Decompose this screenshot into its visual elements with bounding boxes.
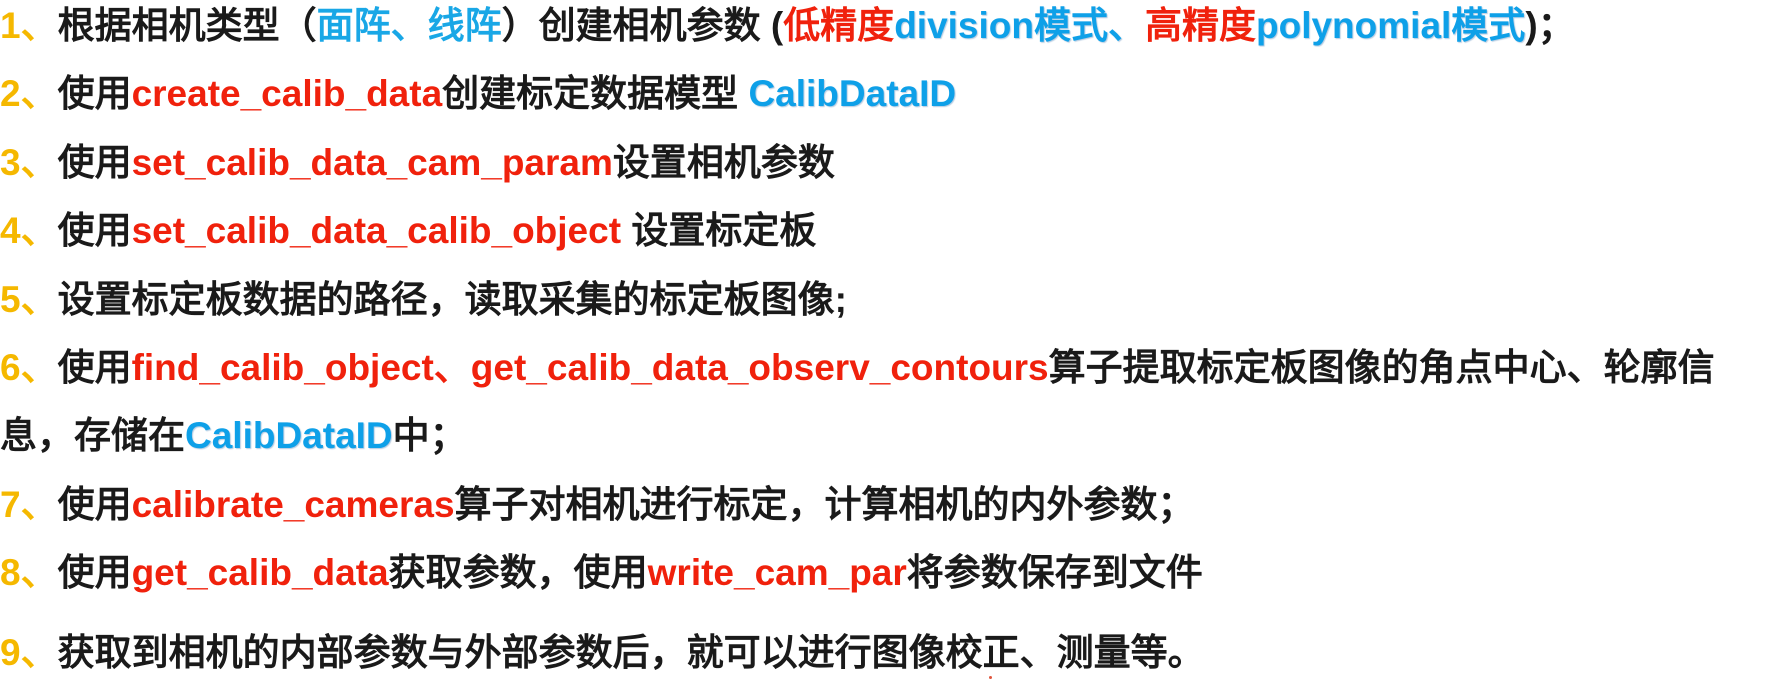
step-text: 设置标定板 <box>621 210 817 251</box>
step-text: 根据相机类型（ <box>57 5 317 46</box>
step-text: 获取参数，使用 <box>388 552 648 593</box>
operator-name: 低精度 <box>783 5 895 46</box>
operator-name: write_cam_par <box>647 552 907 593</box>
operator-name: set_calib_data_calib_object <box>131 210 622 251</box>
step-text: 设置相机参数 <box>612 142 835 183</box>
operator-name: set_calib_data_cam_param <box>131 142 613 183</box>
identifier-name: CalibDataID <box>748 73 957 114</box>
step-number: 5、 <box>0 279 58 320</box>
step-text: 中； <box>392 415 467 456</box>
step-number: 3、 <box>0 142 58 183</box>
operator-name: 高精度 <box>1145 5 1256 46</box>
identifier-name: polynomial模式 <box>1256 5 1526 46</box>
identifier-name: CalibDataID <box>185 415 393 456</box>
step-line-9: 9、获取到相机的内部参数与外部参数后，就可以进行图像校正、测量等。 <box>0 629 1205 677</box>
step-line-4: 4、使用set_calib_data_calib_object 设置标定板 <box>0 207 816 255</box>
operator-name: create_calib_data <box>131 73 443 114</box>
step-line-1: 1、根据相机类型（面阵、线阵）创建相机参数 (低精度division模式、高精度… <box>0 2 1575 50</box>
step-text: 设置标定板数据的路径，读取采集的标定板图像; <box>57 279 847 320</box>
step-text: 使用 <box>57 484 132 525</box>
step-line-8: 8、使用get_calib_data获取参数，使用write_cam_par将参… <box>0 549 1203 597</box>
step-number: 6、 <box>0 347 58 388</box>
step-line-3: 3、使用set_calib_data_cam_param设置相机参数 <box>0 139 835 187</box>
step-text: 算子提取标定板图像的角点中心、轮廓信 <box>1048 347 1715 388</box>
camera-type-label: 面阵、线阵 <box>316 5 502 46</box>
step-text: 息，存储在 <box>0 415 185 456</box>
step-number: 4、 <box>0 210 58 251</box>
step-text: 使用 <box>57 552 132 593</box>
step-text: 创建标定数据模型 <box>442 73 749 114</box>
step-text: 将参数保存到文件 <box>906 552 1203 593</box>
step-line-7: 7、使用calibrate_cameras算子对相机进行标定，计算相机的内外参数… <box>0 481 1195 529</box>
operator-name: find_calib_object、get_calib_data_observ_… <box>131 347 1049 388</box>
step-number: 1、 <box>0 5 58 46</box>
step-line-2: 2、使用create_calib_data创建标定数据模型 CalibDataI… <box>0 70 956 118</box>
step-number: 2、 <box>0 73 58 114</box>
stray-dot-mark <box>989 676 992 679</box>
operator-name: get_calib_data <box>131 552 389 593</box>
step-number: 8、 <box>0 552 58 593</box>
step-number: 7、 <box>0 484 58 525</box>
step-text: 使用 <box>57 347 132 388</box>
step-text: ）创建相机参数 ( <box>501 5 784 46</box>
identifier-name: division模式、 <box>894 5 1145 46</box>
step-text: 使用 <box>57 73 132 114</box>
step-line-5: 5、设置标定板数据的路径，读取采集的标定板图像; <box>0 276 847 324</box>
operator-name: calibrate_cameras <box>131 484 455 525</box>
step-text: 使用 <box>57 142 132 183</box>
step-text: )； <box>1525 5 1575 46</box>
step-line-6-continued: 息，存储在CalibDataID中； <box>0 412 467 460</box>
step-number: 9、 <box>0 632 58 673</box>
step-text: 算子对相机进行标定，计算相机的内外参数； <box>454 484 1195 525</box>
step-text: 获取到相机的内部参数与外部参数后，就可以进行图像校正、测量等。 <box>57 632 1205 673</box>
step-line-6: 6、使用find_calib_object、get_calib_data_obs… <box>0 344 1715 392</box>
step-text: 使用 <box>57 210 132 251</box>
calibration-steps-list: 1、根据相机类型（面阵、线阵）创建相机参数 (低精度division模式、高精度… <box>0 0 1788 688</box>
